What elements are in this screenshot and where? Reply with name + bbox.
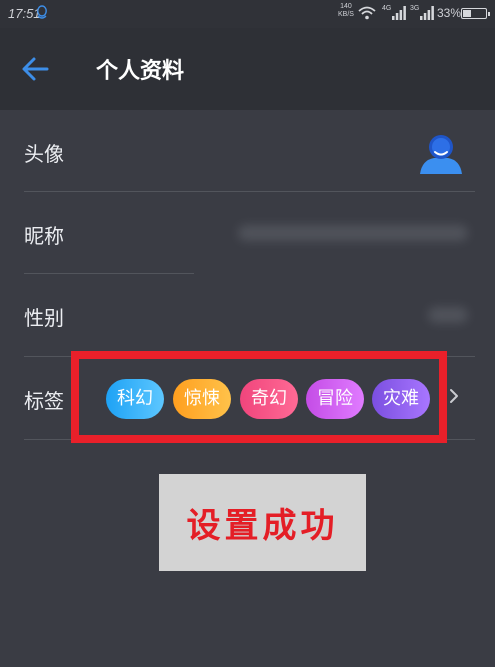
back-arrow-icon[interactable] [20,56,50,82]
nickname-label: 昵称 [24,224,64,248]
app-bar: 个人资料 [0,28,495,110]
net-speed-value: 140 [340,3,352,10]
nickname-value-blurred [238,225,468,241]
network-3g-label: 3G [410,5,420,12]
gender-row[interactable]: 性别 [0,274,495,356]
status-bar: 17:51 140 KB/S 4G 3G 33% [0,0,495,28]
highlight-box [71,351,447,443]
battery-icon [461,8,490,19]
net-speed: 140 KB/S [338,3,354,19]
avatar-row[interactable]: 头像 [0,110,495,192]
net-speed-unit: KB/S [338,11,354,18]
gender-label: 性别 [24,306,64,330]
gender-value-blurred [428,307,468,323]
success-toast: 设置成功 [159,474,366,571]
battery-percent: 33% [437,6,462,20]
avatar[interactable] [418,130,464,176]
qq-icon [37,5,47,19]
page-title: 个人资料 [96,59,185,84]
signal-icon-2 [420,6,434,20]
signal-icon [392,6,406,20]
network-4g-label: 4G [382,5,392,12]
nickname-row[interactable]: 昵称 [0,192,495,274]
chevron-right-icon[interactable] [449,388,459,404]
tags-label: 标签 [24,389,64,413]
wifi-icon [358,6,376,20]
avatar-label: 头像 [24,142,64,166]
